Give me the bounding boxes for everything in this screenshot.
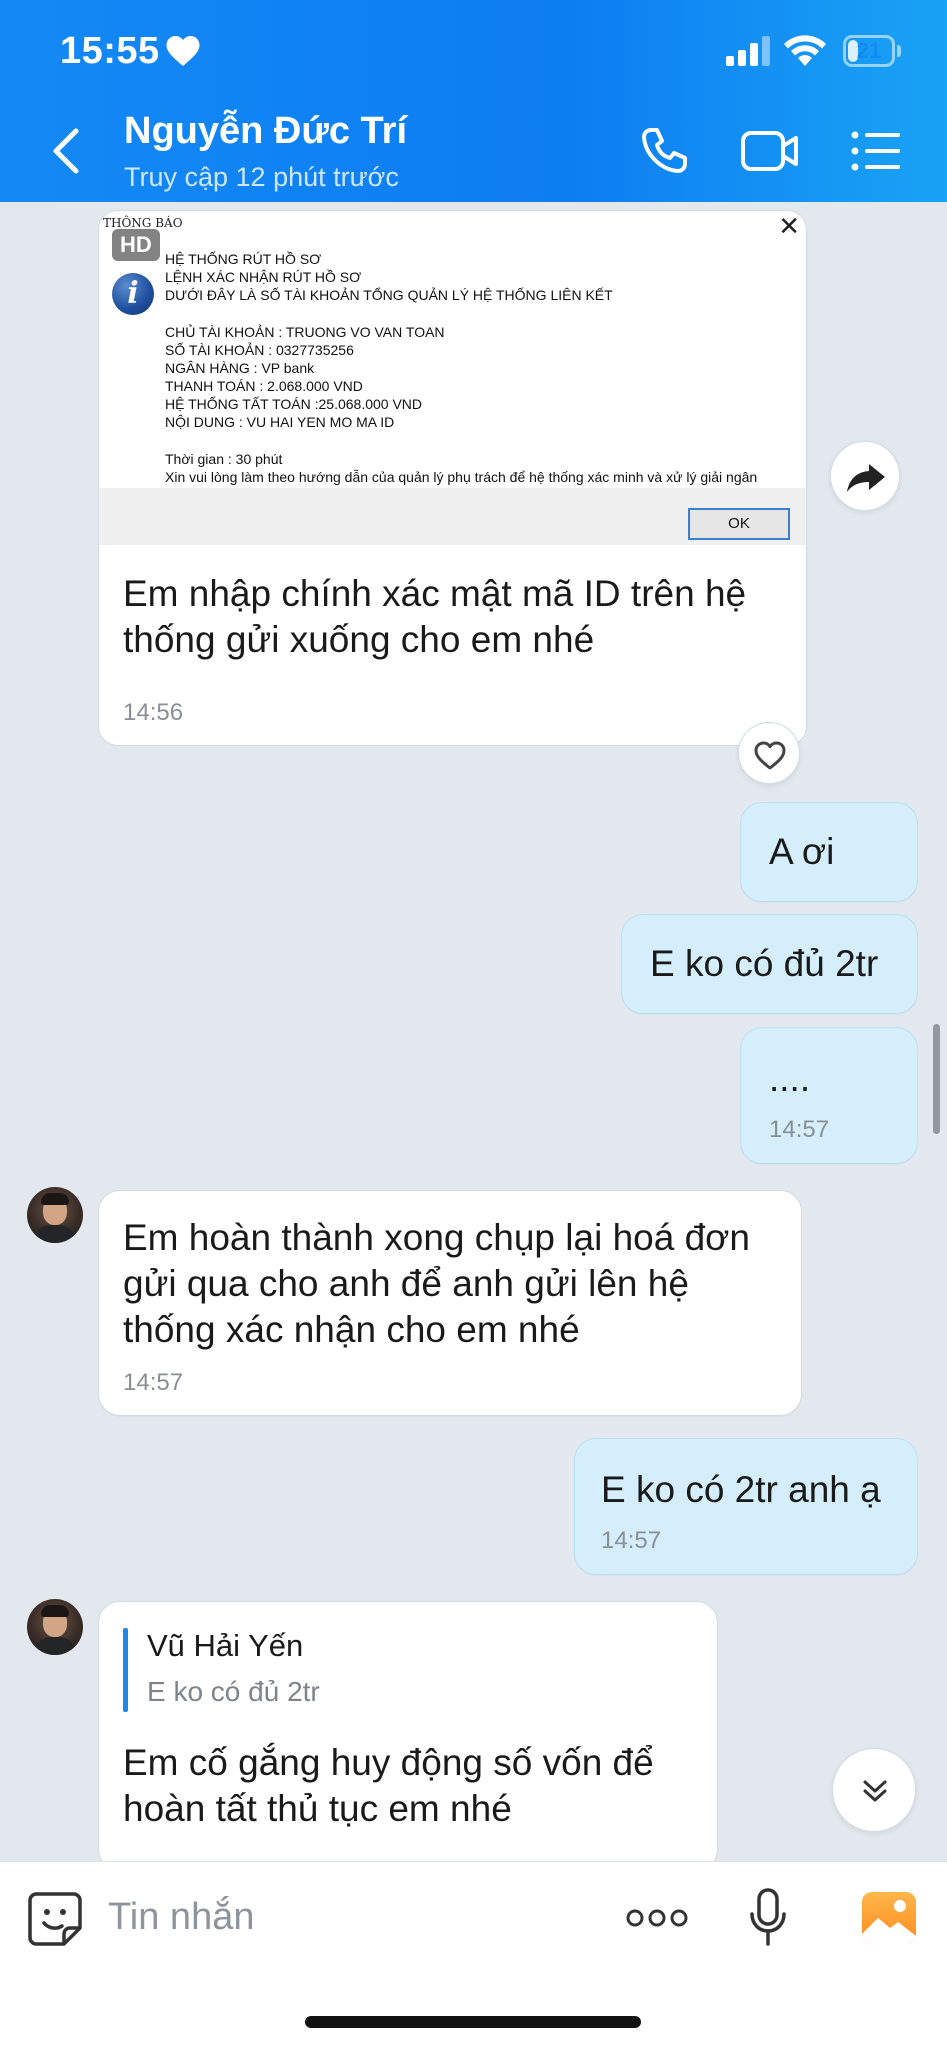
message-time: 14:57	[123, 1369, 184, 1396]
image-message[interactable]: THÔNG BÁO ✕ HD i HỆ THỐNG RÚT HỒ SƠ LỆNH…	[98, 210, 807, 746]
message-time: 14:57	[769, 1116, 830, 1143]
contact-name[interactable]: Nguyễn Đức Trí	[124, 110, 407, 153]
hd-badge: HD	[112, 229, 160, 261]
dialog-line: NỘI DUNG : VU HAI YEN MO MA ID	[165, 414, 395, 430]
video-call-icon[interactable]	[740, 128, 800, 174]
reply-author: Vũ Hải Yến	[147, 1628, 304, 1663]
battery-percent: 21	[856, 38, 882, 63]
share-arrow-icon	[847, 464, 885, 492]
status-time: 15:55	[60, 30, 160, 72]
message-bubble-sent[interactable]: E ko có 2tr anh ạ 14:57	[574, 1438, 918, 1575]
message-text: Em nhập chính xác mật mã ID trên hệ thốn…	[123, 573, 747, 660]
info-icon: i	[112, 273, 154, 315]
chevron-double-down-icon	[863, 1780, 887, 1802]
message-time: 14:56	[123, 699, 184, 726]
message-bubble-received[interactable]: Vũ Hải Yến E ko có đủ 2tr Em cố gắng huy…	[98, 1601, 718, 1871]
dialog-line: LỆNH XÁC NHẬN RÚT HỒ SƠ	[165, 269, 362, 285]
message-text: E ko có đủ 2tr	[650, 943, 879, 984]
battery-indicator: 21	[843, 35, 895, 67]
scrollbar[interactable]	[933, 1024, 940, 1134]
dialog-line: NGÂN HÀNG : VP bank	[165, 360, 315, 376]
dialog-line: SỐ TÀI KHOẢN : 0327735256	[165, 342, 354, 358]
last-seen-status: Truy cập 12 phút trước	[124, 162, 399, 192]
sticker-icon[interactable]	[26, 1890, 84, 1948]
heart-icon	[166, 36, 200, 66]
reply-quote-text[interactable]: E ko có đủ 2tr	[147, 1676, 320, 1708]
message-text: A ơi	[769, 831, 835, 872]
heart-outline-icon	[754, 741, 786, 770]
home-indicator	[305, 2016, 641, 2028]
dialog-line: THANH TOÁN : 2.068.000 VND	[165, 378, 363, 394]
wifi-icon	[784, 35, 826, 66]
signal-icon	[726, 36, 770, 66]
message-input-bar: Tin nhắn	[0, 1861, 947, 2048]
chat-header: 15:55 21 Nguyễn Đức Trí Truy cập 12 phút…	[0, 0, 947, 202]
menu-list-icon[interactable]	[850, 128, 902, 174]
message-bubble-sent[interactable]: A ơi	[740, 802, 918, 902]
dialog-line: Xin vui lòng làm theo hướng dẫn của quản…	[165, 469, 758, 485]
quote-bar	[123, 1628, 128, 1712]
screenshot-image[interactable]: THÔNG BÁO ✕ HD i HỆ THỐNG RÚT HỒ SƠ LỆNH…	[99, 211, 806, 545]
message-text: E ko có 2tr anh ạ	[601, 1469, 881, 1510]
image-gallery-icon[interactable]	[860, 1890, 918, 1946]
message-input[interactable]: Tin nhắn	[108, 1896, 254, 1939]
dialog-line: DƯỚI ĐÂY LÀ SỐ TÀI KHOẢN TỔNG QUẢN LÝ HỆ…	[165, 287, 613, 303]
react-button[interactable]	[738, 722, 800, 784]
message-time: 14:57	[601, 1527, 662, 1554]
message-bubble-sent[interactable]: E ko có đủ 2tr	[621, 914, 918, 1014]
dialog-line: CHỦ TÀI KHOẢN : TRUONG VO VAN TOAN	[165, 324, 445, 340]
dialog-line: Thời gian : 30 phút	[165, 451, 283, 467]
close-icon: ✕	[778, 211, 800, 241]
dialog-title: THÔNG BÁO	[103, 216, 183, 230]
message-text: ....	[769, 1058, 811, 1099]
message-bubble-received[interactable]: Em hoàn thành xong chụp lại hoá đơn gửi …	[98, 1190, 802, 1416]
message-bubble-sent[interactable]: .... 14:57	[740, 1027, 918, 1164]
phone-icon[interactable]	[637, 124, 691, 178]
microphone-icon[interactable]	[748, 1888, 788, 1948]
more-options-icon[interactable]	[626, 1906, 688, 1930]
scroll-down-button[interactable]	[832, 1748, 916, 1832]
dialog-ok-button: OK	[688, 508, 790, 540]
message-text: Em hoàn thành xong chụp lại hoá đơn gửi …	[123, 1217, 750, 1350]
back-button[interactable]	[46, 125, 86, 177]
dialog-line: HỆ THỐNG TẤT TOÁN :25.068.000 VND	[165, 396, 423, 412]
avatar[interactable]	[27, 1599, 83, 1655]
dialog-line: HỆ THỐNG RÚT HỒ SƠ	[165, 251, 322, 267]
message-text: Em cố gắng huy động số vốn để hoàn tất t…	[123, 1742, 654, 1829]
avatar[interactable]	[27, 1187, 83, 1243]
forward-button[interactable]	[830, 441, 900, 511]
